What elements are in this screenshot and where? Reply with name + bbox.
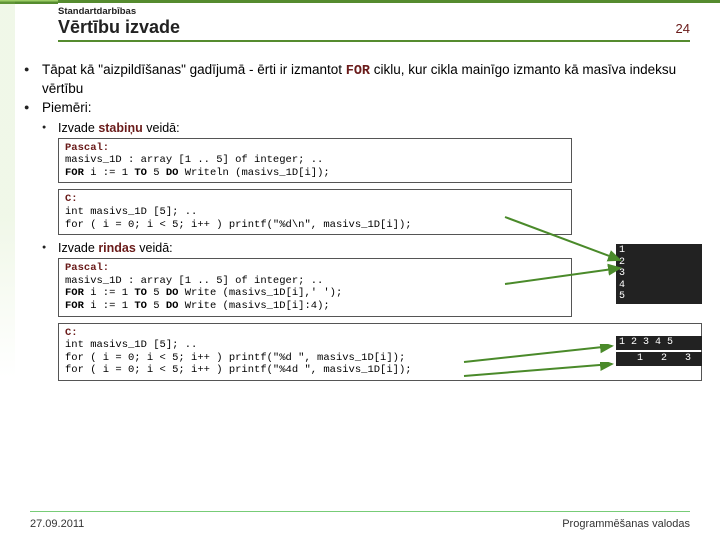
code-pascal-column: Pascal: masivs_1D : array [1 .. 5] of in… — [58, 138, 572, 184]
code-c-row: C: int masivs_1D [5]; .. for ( i = 0; i … — [58, 323, 702, 381]
page-title: Vērtību izvade — [58, 17, 180, 38]
supertitle: Standartdarbības — [58, 6, 690, 17]
page-number: 24 — [676, 21, 690, 36]
code-pascal-row: Pascal: masivs_1D : array [1 .. 5] of in… — [58, 258, 572, 316]
slide-header: Standartdarbības Vērtību izvade 24 — [58, 6, 690, 42]
bullet-sub-1: Izvade stabiņu veidā: — [40, 121, 702, 135]
footer-course: Programmēšanas valodas — [562, 518, 690, 530]
footer-date: 27.09.2011 — [30, 518, 84, 530]
slide-content: Tāpat kā "aizpildīšanas" gadījumā - ērti… — [20, 62, 702, 387]
output-column: 1 2 3 4 5 — [616, 244, 702, 304]
slide-footer: 27.09.2011 Programmēšanas valodas — [30, 511, 690, 530]
output-row-formatted: 1 2 3 4 5 — [616, 352, 702, 366]
bullet-sub-2: Izvade rindas veidā: — [40, 241, 702, 255]
for-keyword: FOR — [346, 64, 370, 79]
output-row-plain: 1 2 3 4 5 — [616, 336, 702, 350]
bullet-main-2: Piemēri: — [20, 100, 702, 117]
bullet-main-1: Tāpat kā "aizpildīšanas" gadījumā - ērti… — [20, 62, 702, 98]
code-c-column: C: int masivs_1D [5]; .. for ( i = 0; i … — [58, 189, 572, 235]
